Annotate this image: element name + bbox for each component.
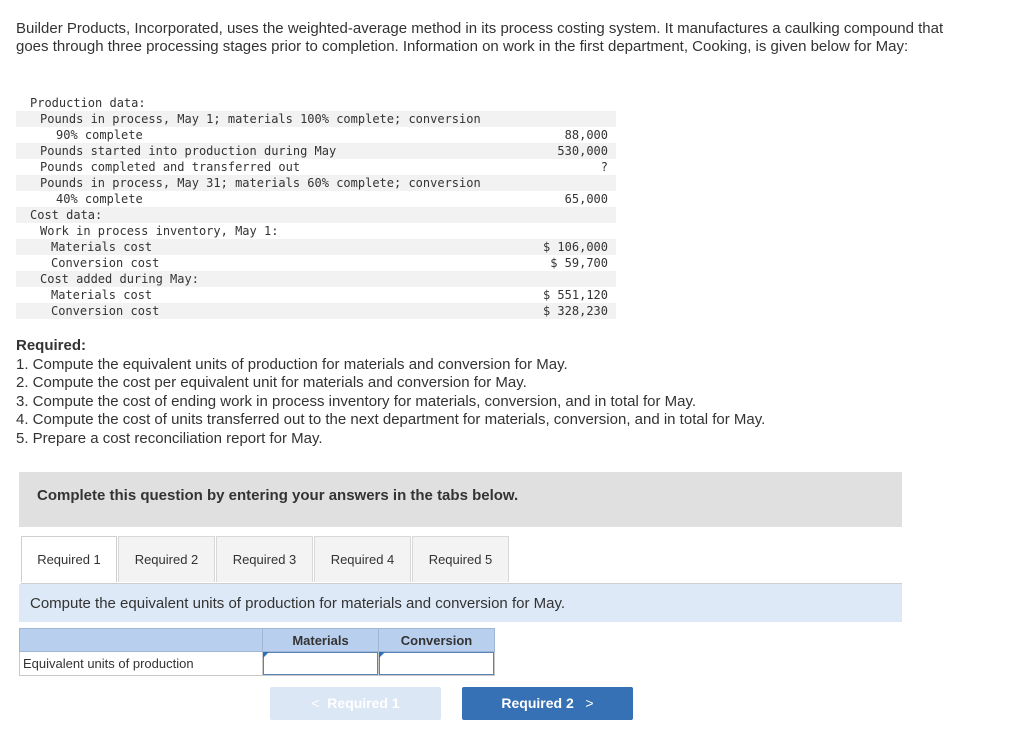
- row-label: Pounds in process, May 1; materials 100%…: [40, 112, 481, 126]
- row-value: ?: [600, 160, 608, 174]
- row-value: 88,000: [564, 128, 608, 142]
- row-value: 530,000: [557, 144, 608, 158]
- row-label: Cost data:: [30, 208, 103, 222]
- tab-required-1[interactable]: Required 1: [21, 536, 117, 582]
- row-label: 40% complete: [56, 192, 143, 206]
- header-blank: [19, 628, 263, 652]
- table-row: Materials cost $ 106,000: [16, 239, 616, 255]
- table-row: Conversion cost $ 328,230: [16, 303, 616, 319]
- row-label: Conversion cost: [51, 256, 160, 270]
- table-row: Conversion cost $ 59,700: [16, 255, 616, 271]
- next-required-button[interactable]: Required 2 >: [462, 687, 633, 720]
- next-button-label: Required 2: [501, 695, 574, 711]
- row-label-equivalent-units: Equivalent units of production: [19, 651, 263, 676]
- table-row: Cost data:: [16, 207, 616, 223]
- row-label: Conversion cost: [51, 304, 160, 318]
- instructions-banner: Complete this question by entering your …: [19, 472, 902, 527]
- table-row: 40% complete 65,000: [16, 191, 616, 207]
- row-value: $ 59,700: [550, 256, 608, 270]
- table-row: 90% complete 88,000: [16, 127, 616, 143]
- instruction-bar: Compute the equivalent units of producti…: [19, 584, 902, 622]
- table-row: Pounds in process, May 1; materials 100%…: [16, 111, 616, 127]
- answer-table: Materials Conversion Equivalent units of…: [19, 628, 495, 676]
- header-materials: Materials: [262, 628, 379, 652]
- tab-required-2[interactable]: Required 2: [118, 536, 215, 582]
- required-item-4: 4. Compute the cost of units transferred…: [16, 411, 766, 428]
- row-label: Production data:: [30, 96, 146, 110]
- header-conversion: Conversion: [378, 628, 495, 652]
- tab-required-5[interactable]: Required 5: [412, 536, 509, 582]
- row-label: Pounds completed and transferred out: [40, 160, 301, 174]
- table-row: Pounds started into production during Ma…: [16, 143, 616, 159]
- row-label: Materials cost: [51, 288, 153, 302]
- tab-required-3[interactable]: Required 3: [216, 536, 313, 582]
- chevron-left-icon: <: [311, 695, 320, 711]
- production-cost-data: Production data: Pounds in process, May 1…: [16, 95, 616, 319]
- prev-required-button[interactable]: < Required 1: [270, 687, 441, 720]
- row-label: Work in process inventory, May 1:: [40, 224, 279, 238]
- row-value: $ 106,000: [542, 240, 608, 254]
- required-section: Required: 1. Compute the equivalent unit…: [16, 337, 976, 448]
- row-value: 65,000: [564, 192, 608, 206]
- chevron-right-icon: >: [585, 695, 594, 711]
- table-row: Pounds completed and transferred out?: [16, 159, 616, 175]
- required-item-5: 5. Prepare a cost reconciliation report …: [16, 429, 323, 447]
- row-value: $ 551,120: [542, 288, 608, 302]
- row-label: Pounds started into production during Ma…: [40, 144, 337, 158]
- materials-input[interactable]: [263, 652, 378, 675]
- row-label: Materials cost: [51, 240, 153, 254]
- required-title: Required:: [16, 337, 87, 354]
- required-item-2: 2. Compute the cost per equivalent unit …: [16, 374, 527, 391]
- problem-intro: Builder Products, Incorporated, uses the…: [16, 20, 944, 55]
- conversion-input[interactable]: [379, 652, 494, 675]
- banner-text: Complete this question by entering your …: [37, 487, 519, 504]
- instruction-text: Compute the equivalent units of producti…: [30, 595, 566, 612]
- table-row: Materials cost $ 551,120: [16, 287, 616, 303]
- required-item-1: 1. Compute the equivalent units of produ…: [16, 355, 568, 373]
- materials-cell: [262, 651, 379, 676]
- table-row: Pounds in process, May 31; materials 60%…: [16, 175, 616, 191]
- table-row: Work in process inventory, May 1:: [16, 223, 616, 239]
- row-label: Cost added during May:: [40, 272, 199, 286]
- tab-required-4[interactable]: Required 4: [314, 536, 411, 582]
- row-label: 90% complete: [56, 128, 143, 142]
- table-row: Equivalent units of production: [19, 651, 495, 676]
- table-row: Production data:: [16, 95, 616, 111]
- table-row: Cost added during May:: [16, 271, 616, 287]
- prev-button-label: Required 1: [327, 695, 400, 711]
- conversion-cell: [378, 651, 495, 676]
- row-label: Pounds in process, May 31; materials 60%…: [40, 176, 481, 190]
- row-value: $ 328,230: [542, 304, 608, 318]
- required-item-3: 3. Compute the cost of ending work in pr…: [16, 392, 697, 410]
